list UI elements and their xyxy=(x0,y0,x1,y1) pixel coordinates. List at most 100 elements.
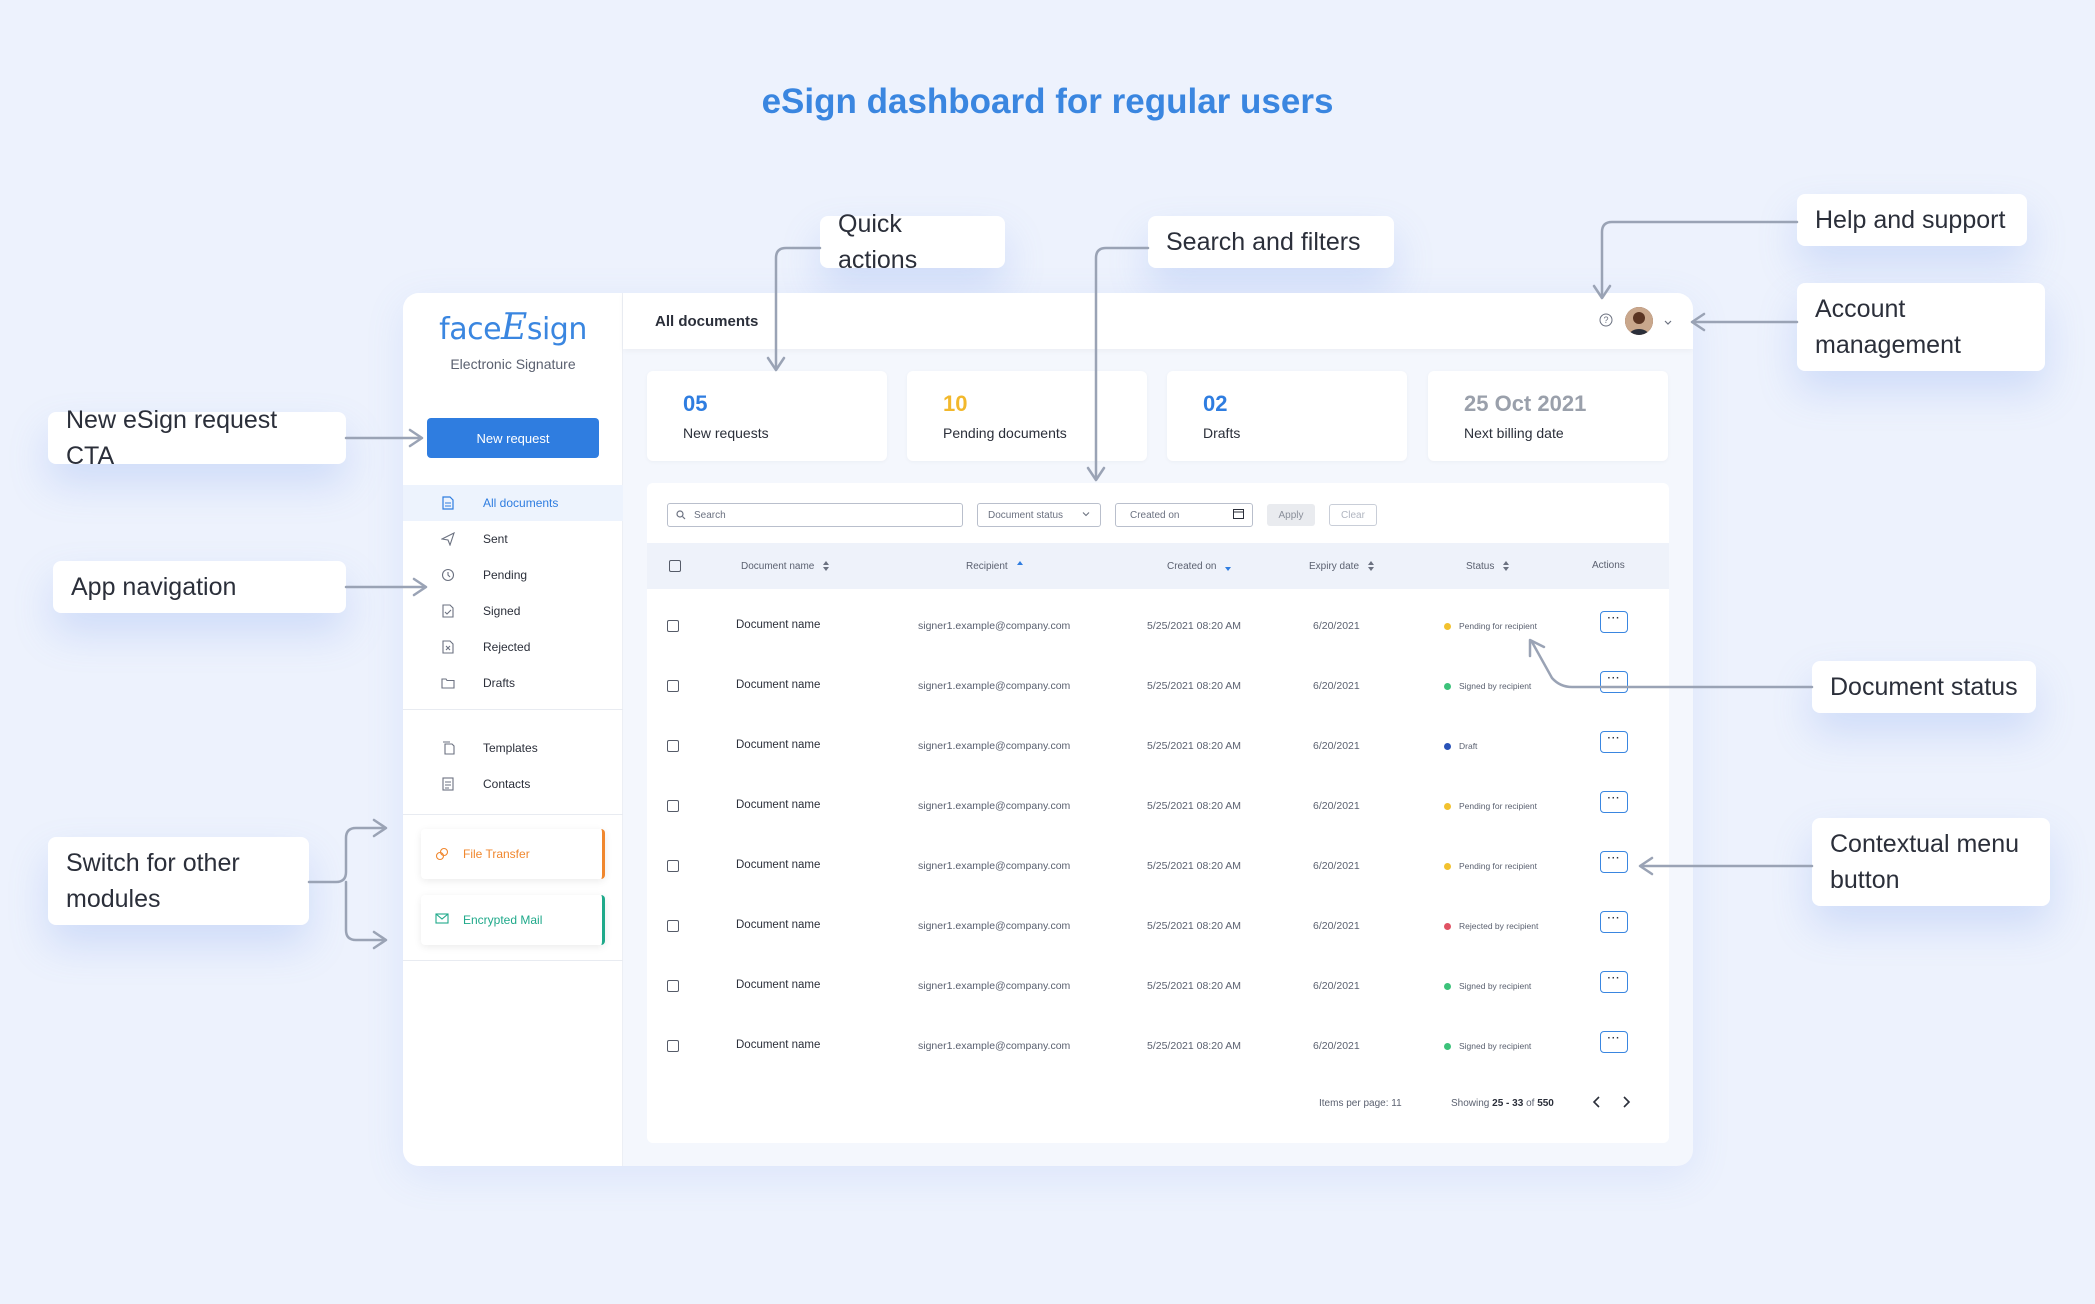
column-header-actions: Actions xyxy=(1592,560,1625,571)
created-on-date-picker[interactable]: Created on xyxy=(1115,503,1253,527)
row-checkbox[interactable] xyxy=(667,1040,679,1052)
row-checkbox[interactable] xyxy=(667,740,679,752)
table-row[interactable]: Document name signer1.example@company.com… xyxy=(647,1015,1669,1075)
sort-asc-icon xyxy=(1016,560,1024,572)
stat-card-new-requests[interactable]: 05 New requests xyxy=(647,371,887,461)
stat-card-drafts[interactable]: 02 Drafts xyxy=(1167,371,1407,461)
recipient-email: signer1.example@company.com xyxy=(918,680,1071,692)
module-file-transfer[interactable]: File Transfer xyxy=(421,829,605,879)
sidebar-item-signed[interactable]: Signed xyxy=(403,593,623,629)
callout-help-support: Help and support xyxy=(1797,194,2027,246)
sort-icon xyxy=(1502,560,1510,572)
sort-icon xyxy=(822,560,830,572)
search-input[interactable]: Search xyxy=(667,503,963,527)
table-row[interactable]: Document name signer1.example@company.com… xyxy=(647,835,1669,895)
sidebar-item-pending[interactable]: Pending xyxy=(403,557,623,593)
contextual-menu-button[interactable]: ··· xyxy=(1600,971,1628,993)
sidebar-item-rejected[interactable]: Rejected xyxy=(403,629,623,665)
sidebar-divider-2 xyxy=(403,814,623,815)
chevron-down-icon[interactable] xyxy=(1663,315,1673,325)
avatar[interactable] xyxy=(1625,307,1653,335)
row-checkbox[interactable] xyxy=(667,800,679,812)
contextual-menu-button[interactable]: ··· xyxy=(1600,911,1628,933)
sidebar-item-sent[interactable]: Sent xyxy=(403,521,623,557)
sidebar-item-contacts[interactable]: Contacts xyxy=(403,766,623,802)
status-dot xyxy=(1444,802,1451,810)
table-row[interactable]: Document name signer1.example@company.com… xyxy=(647,955,1669,1015)
document-name[interactable]: Document name xyxy=(736,679,820,691)
created-on: 5/25/2021 08:20 AM xyxy=(1147,740,1241,752)
row-checkbox[interactable] xyxy=(667,620,679,632)
contextual-menu-button[interactable]: ··· xyxy=(1600,1031,1628,1053)
row-checkbox[interactable] xyxy=(667,680,679,692)
module-encrypted-mail[interactable]: Encrypted Mail xyxy=(421,895,605,945)
contextual-menu-button[interactable]: ··· xyxy=(1600,671,1628,693)
table-row[interactable]: Document name signer1.example@company.com… xyxy=(647,655,1669,715)
status-badge: Signed by recipient xyxy=(1444,981,1531,991)
sort-desc-icon xyxy=(1224,560,1232,572)
table-row[interactable]: Document name signer1.example@company.com… xyxy=(647,715,1669,775)
document-status-select[interactable]: Document status xyxy=(977,503,1101,527)
sidebar-item-templates[interactable]: Templates xyxy=(403,730,623,766)
document-name[interactable]: Document name xyxy=(736,919,820,931)
table-row[interactable]: Document name signer1.example@company.com… xyxy=(647,595,1669,655)
document-name[interactable]: Document name xyxy=(736,799,820,811)
recipient-email: signer1.example@company.com xyxy=(918,800,1071,812)
document-name[interactable]: Document name xyxy=(736,619,820,631)
contextual-menu-button[interactable]: ··· xyxy=(1600,731,1628,753)
document-name[interactable]: Document name xyxy=(736,739,820,751)
stat-card-next-billing: 25 Oct 2021 Next billing date xyxy=(1428,371,1668,461)
callout-switch-modules: Switch for other modules xyxy=(48,837,309,925)
recipient-email: signer1.example@company.com xyxy=(918,920,1071,932)
logo: faceEsign xyxy=(439,307,587,348)
callout-new-request-cta: New eSign request CTA xyxy=(48,406,346,470)
sidebar-item-all-documents[interactable]: All documents xyxy=(403,485,623,521)
callout-document-status: Document status xyxy=(1812,661,2036,713)
select-all-checkbox[interactable] xyxy=(669,560,681,572)
expiry-date: 6/20/2021 xyxy=(1313,680,1360,692)
status-badge: Rejected by recipient xyxy=(1444,921,1538,931)
recipient-email: signer1.example@company.com xyxy=(918,980,1071,992)
recipient-email: signer1.example@company.com xyxy=(918,1040,1071,1052)
stat-card-pending-documents[interactable]: 10 Pending documents xyxy=(907,371,1147,461)
help-icon[interactable]: ? xyxy=(1599,313,1613,327)
column-header-recipient[interactable]: Recipient xyxy=(966,560,1024,572)
stat-value: 25 Oct 2021 xyxy=(1464,391,1587,416)
file-transfer-icon xyxy=(435,847,449,861)
table-row[interactable]: Document name signer1.example@company.com… xyxy=(647,775,1669,835)
document-name[interactable]: Document name xyxy=(736,859,820,871)
document-name[interactable]: Document name xyxy=(736,1039,820,1051)
contextual-menu-button[interactable]: ··· xyxy=(1600,851,1628,873)
created-on: 5/25/2021 08:20 AM xyxy=(1147,860,1241,872)
stat-label: Pending documents xyxy=(943,425,1067,441)
column-header-status[interactable]: Status xyxy=(1466,560,1510,572)
column-header-expiry[interactable]: Expiry date xyxy=(1309,560,1375,572)
chevron-right-icon[interactable] xyxy=(1620,1095,1632,1112)
row-checkbox[interactable] xyxy=(667,980,679,992)
sidebar-item-drafts[interactable]: Drafts xyxy=(403,665,623,701)
status-dot xyxy=(1444,862,1451,870)
new-request-button[interactable]: New request xyxy=(427,418,599,458)
document-name[interactable]: Document name xyxy=(736,979,820,991)
created-on: 5/25/2021 08:20 AM xyxy=(1147,920,1241,932)
table-row[interactable]: Document name signer1.example@company.com… xyxy=(647,895,1669,955)
expiry-date: 6/20/2021 xyxy=(1313,980,1360,992)
chevron-left-icon[interactable] xyxy=(1591,1095,1603,1112)
items-per-page[interactable]: Items per page: 11 xyxy=(1319,1098,1402,1109)
expiry-date: 6/20/2021 xyxy=(1313,860,1360,872)
expiry-date: 6/20/2021 xyxy=(1313,620,1360,632)
documents-panel: Search Document status Created on Apply … xyxy=(647,483,1669,1143)
recipient-email: signer1.example@company.com xyxy=(918,620,1071,632)
column-header-name[interactable]: Document name xyxy=(741,560,830,572)
clear-button[interactable]: Clear xyxy=(1329,504,1377,526)
templates-icon xyxy=(441,741,455,755)
sidebar-nav: All documents Sent Pending Signed Reject… xyxy=(403,485,623,701)
contextual-menu-button[interactable]: ··· xyxy=(1600,611,1628,633)
row-checkbox[interactable] xyxy=(667,860,679,872)
svg-text:?: ? xyxy=(1603,315,1608,325)
sort-icon xyxy=(1367,560,1375,572)
column-header-created[interactable]: Created on xyxy=(1167,560,1232,572)
row-checkbox[interactable] xyxy=(667,920,679,932)
contextual-menu-button[interactable]: ··· xyxy=(1600,791,1628,813)
apply-button[interactable]: Apply xyxy=(1267,504,1315,526)
